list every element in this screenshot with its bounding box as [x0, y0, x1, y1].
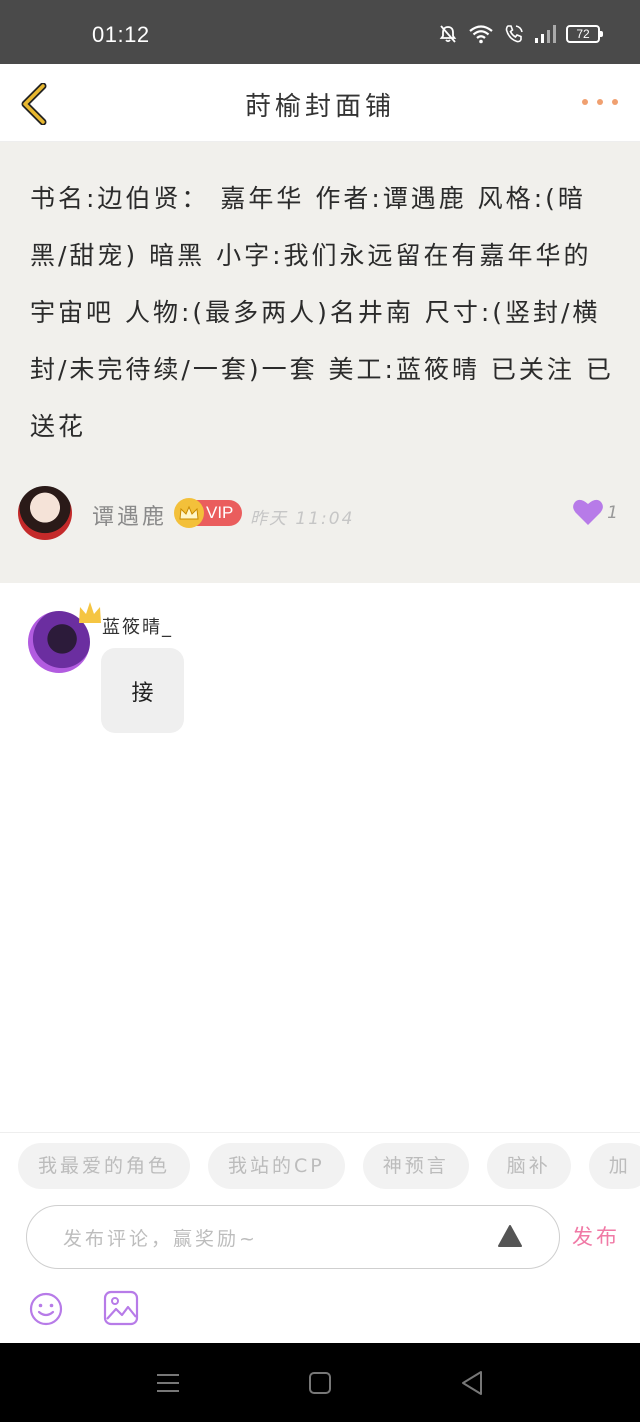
battery-icon: 72 — [566, 25, 603, 43]
commenter-avatar-wrap[interactable] — [28, 602, 101, 673]
heart-icon[interactable] — [572, 498, 604, 526]
image-icon[interactable] — [102, 1289, 140, 1327]
like-count: 1 — [607, 503, 618, 523]
crown-icon — [79, 602, 101, 623]
post-card: 书名:边伯贤： 嘉年华 作者:谭遇鹿 风格:(暗黑/甜宠) 暗黑 小字:我们永远… — [0, 142, 640, 583]
status-time: 01:12 — [92, 22, 150, 47]
commenter-name[interactable]: 蓝筱晴_ — [102, 613, 173, 639]
back-triangle-icon[interactable] — [460, 1370, 484, 1396]
mute-bell-icon — [439, 25, 457, 43]
publish-button[interactable]: 发布 — [572, 1221, 620, 1251]
page-title: 莳榆封面铺 — [244, 92, 395, 122]
top-header: 莳榆封面铺 — [0, 64, 640, 142]
signal-icon — [535, 25, 556, 43]
call-icon — [505, 25, 523, 43]
post-content: 书名:边伯贤： 嘉年华 作者:谭遇鹿 风格:(暗黑/甜宠) 暗黑 小字:我们永远… — [30, 184, 614, 441]
more-dots-icon — [582, 99, 588, 105]
comment-input-placeholder: 发布评论，赢奖励~ — [63, 1228, 258, 1250]
wifi-icon — [469, 25, 493, 44]
quick-tags: 我最爱的角色 我站的CP 神预言 脑补 加 — [18, 1143, 640, 1191]
post-time: 昨天 11:04 — [250, 509, 355, 529]
tag-chip[interactable]: 我站的CP — [208, 1143, 345, 1189]
more-options-button[interactable] — [582, 90, 618, 114]
comment-bubble: 接 — [101, 648, 184, 733]
author-avatar[interactable] — [18, 486, 72, 540]
post-author-row: 谭遇鹿 VIP 昨天 11:04 1 — [18, 486, 622, 542]
tag-chip[interactable]: 加 — [588, 1143, 640, 1189]
menu-icon[interactable] — [156, 1371, 180, 1395]
comment-input[interactable]: 发布评论，赢奖励~ — [26, 1205, 560, 1269]
system-nav-bar — [0, 1343, 640, 1422]
tag-chip[interactable]: 神预言 — [362, 1143, 469, 1189]
comment-composer: 我最爱的角色 我站的CP 神预言 脑补 加 发布评论，赢奖励~ 发布 — [0, 1132, 640, 1343]
author-name[interactable]: 谭遇鹿 — [92, 499, 167, 531]
tag-chip[interactable]: 我最爱的角色 — [18, 1143, 191, 1189]
triangle-up-icon[interactable] — [497, 1224, 523, 1248]
status-bar: 01:12 72 — [0, 0, 640, 64]
crown-icon — [174, 498, 204, 528]
home-square-icon[interactable] — [308, 1371, 332, 1395]
status-icons: 72 — [438, 24, 603, 44]
tag-chip[interactable]: 脑补 — [486, 1143, 571, 1189]
emoji-icon[interactable] — [28, 1291, 64, 1327]
